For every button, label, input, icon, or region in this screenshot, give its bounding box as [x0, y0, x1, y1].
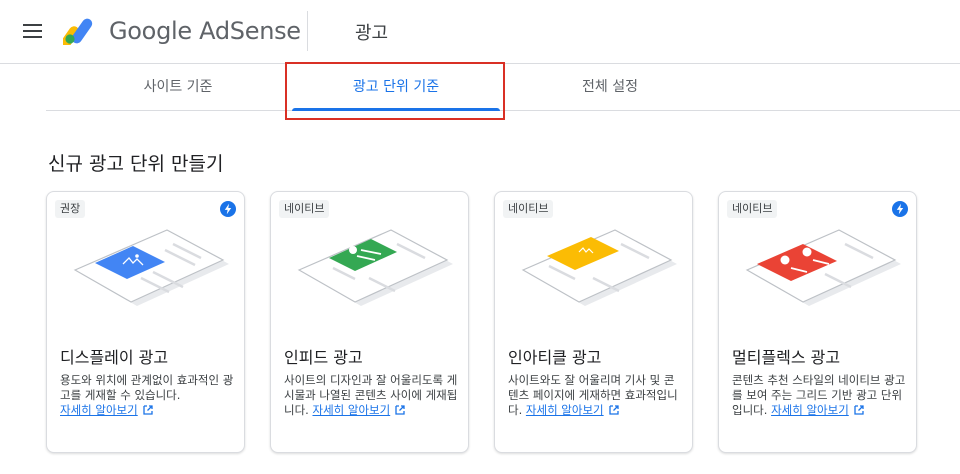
badge-native: 네이티브 — [727, 200, 778, 218]
card-description-text: 용도와 위치에 관계없이 효과적인 광고를 게재할 수 있습니다. — [60, 373, 234, 402]
open-in-new-icon — [395, 405, 405, 415]
badge-recommended: 권장 — [55, 200, 86, 218]
open-in-new-icon — [608, 405, 619, 415]
hamburger-menu-icon[interactable] — [18, 20, 48, 44]
open-in-new-icon — [143, 405, 153, 415]
learn-more-link[interactable]: 자세히 알아보기 — [771, 403, 864, 417]
phone-multiplex-ad-illustration — [745, 229, 901, 306]
phone-in-article-ad-illustration — [521, 229, 677, 306]
learn-more-text: 자세히 알아보기 — [312, 403, 391, 417]
header-divider — [307, 11, 308, 51]
ad-unit-card-in-article[interactable]: 네이티브 인아티클 광고 사이트와도 잘 어울리며 기사 및 콘텐츠 페이지에 … — [494, 191, 693, 453]
open-in-new-icon — [854, 405, 864, 415]
ad-unit-card-display[interactable]: 권장 디스플레이 광고 용도와 위치에 관계없이 효과적인 광고를 게재할 수 … — [46, 191, 245, 453]
card-title: 디스플레이 광고 — [60, 348, 169, 367]
card-description: 용도와 위치에 관계없이 효과적인 광고를 게재할 수 있습니다. 자세히 알아… — [60, 373, 236, 418]
phone-in-feed-ad-illustration — [297, 229, 453, 306]
auto-optimize-bolt-icon — [220, 201, 236, 217]
card-description: 콘텐츠 추천 스타일의 네이티브 광고를 보여 주는 그리드 기반 광고 단위입… — [732, 373, 908, 418]
learn-more-text: 자세히 알아보기 — [771, 403, 849, 417]
ad-unit-card-multiplex[interactable]: 네이티브 멀티플렉스 광고 콘텐츠 추천 스타일의 네이티브 광고를 보여 주는… — [718, 191, 917, 453]
top-app-bar: Google AdSense 광고 — [0, 0, 960, 64]
badge-native: 네이티브 — [279, 200, 330, 218]
card-description: 사이트의 디자인과 잘 어울리도록 게시물과 나열된 콘텐츠 사이에 게재됩니다… — [284, 373, 460, 418]
learn-more-link[interactable]: 자세히 알아보기 — [60, 403, 153, 417]
learn-more-text: 자세히 알아보기 — [525, 403, 604, 417]
auto-optimize-bolt-icon — [892, 201, 908, 217]
page-title: 광고 — [355, 23, 389, 44]
tab-bar: 사이트 기준 광고 단위 기준 전체 설정 — [46, 64, 960, 111]
card-description: 사이트와도 잘 어울리며 기사 및 콘텐츠 페이지에 게재하면 효과적입니다. … — [508, 373, 684, 418]
section-title: 신규 광고 단위 만들기 — [48, 153, 224, 175]
card-title: 인아티클 광고 — [508, 348, 602, 367]
badge-native: 네이티브 — [503, 200, 554, 218]
tab-global-settings[interactable]: 전체 설정 — [504, 64, 716, 111]
phone-display-ad-illustration — [73, 229, 229, 306]
learn-more-link[interactable]: 자세히 알아보기 — [312, 403, 405, 417]
learn-more-link[interactable]: 자세히 알아보기 — [526, 403, 619, 417]
ad-unit-card-in-feed[interactable]: 네이티브 인피드 광고 사이트의 디자인과 잘 어울리도록 게시물과 나열된 콘… — [270, 191, 469, 453]
tab-by-site[interactable]: 사이트 기준 — [72, 64, 284, 111]
brand-name[interactable]: Google AdSense — [109, 17, 301, 45]
learn-more-text: 자세히 알아보기 — [60, 403, 138, 417]
adsense-logo-icon[interactable] — [63, 15, 99, 45]
tab-by-ad-unit[interactable]: 광고 단위 기준 — [292, 64, 500, 111]
card-title: 인피드 광고 — [284, 348, 363, 367]
card-title: 멀티플렉스 광고 — [732, 348, 841, 367]
